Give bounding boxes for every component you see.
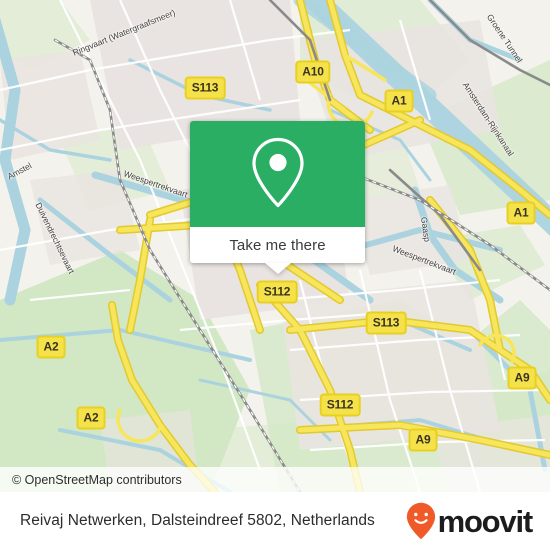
road-shield: A1 xyxy=(384,89,414,113)
moovit-logo[interactable]: moovit xyxy=(406,502,534,540)
road-shield: A2 xyxy=(76,406,106,430)
road-shield: A1 xyxy=(506,201,536,225)
road-shield: S112 xyxy=(256,280,298,304)
card-image-panel xyxy=(190,121,365,227)
map-screenshot: S113 A10 A1 A1 S112 S113 A9 A2 A2 S112 A9 Ringvaar… xyxy=(0,0,550,550)
location-callout-card[interactable]: Take me there xyxy=(190,121,365,274)
road-shield: A9 xyxy=(507,366,537,390)
map-pin-icon xyxy=(251,137,304,208)
map-canvas[interactable]: S113 A10 A1 A1 S112 S113 A9 A2 A2 S112 A9 Ringvaar… xyxy=(0,0,550,492)
road-shield: S113 xyxy=(184,76,226,100)
road-shield: A10 xyxy=(295,60,331,84)
road-shield: A9 xyxy=(408,428,438,452)
osm-attribution-text[interactable]: © OpenStreetMap contributors xyxy=(12,473,182,487)
footer-bar: Reivaj Netwerken, Dalsteindreef 5802, Ne… xyxy=(0,492,550,550)
road-shield: S112 xyxy=(319,393,361,417)
moovit-pin-icon xyxy=(406,502,435,540)
address-label: Reivaj Netwerken, Dalsteindreef 5802, Ne… xyxy=(20,512,375,529)
osm-attribution-bar: © OpenStreetMap contributors xyxy=(0,467,550,492)
moovit-wordmark: moovit xyxy=(437,503,534,539)
road-shield: S113 xyxy=(365,311,407,335)
take-me-there-button[interactable]: Take me there xyxy=(190,227,365,274)
take-me-there-label: Take me there xyxy=(229,236,326,254)
road-shield: A2 xyxy=(36,335,66,359)
callout-pointer xyxy=(264,263,291,274)
